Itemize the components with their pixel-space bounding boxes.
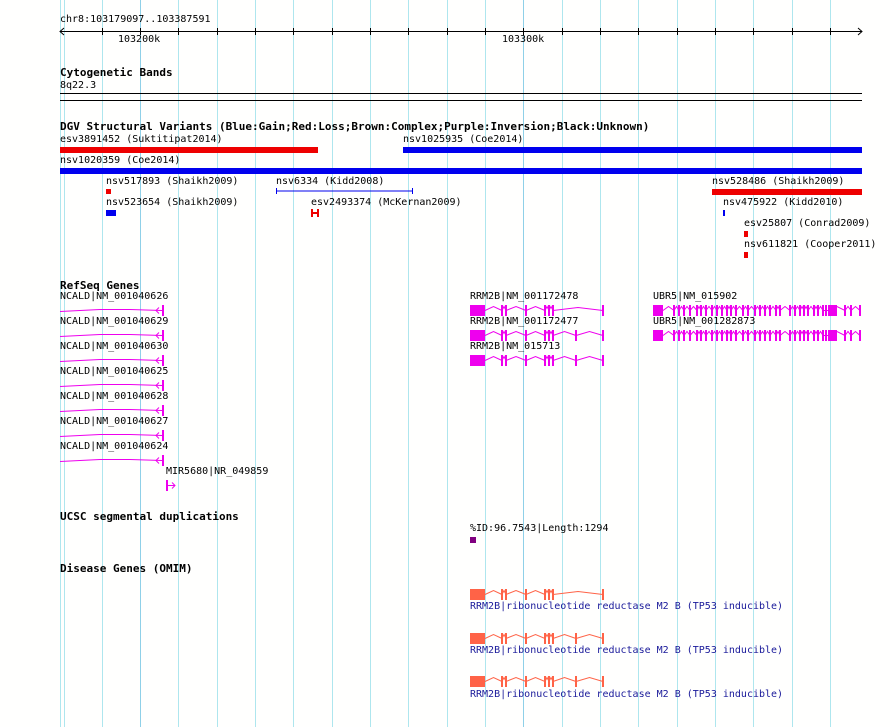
gene-label: NCALD|NM_001040629 xyxy=(60,316,169,327)
gene-model-ncald[interactable] xyxy=(0,430,890,442)
omim-gene-model[interactable] xyxy=(0,633,890,645)
gene-label: MIR5680|NR_049859 xyxy=(166,466,269,477)
gene-label: RRM2B|NM_001172477 xyxy=(470,316,579,327)
cytoband-bar-top xyxy=(60,93,862,94)
variant-gain-bar[interactable] xyxy=(403,147,862,153)
track-title-cytoband: Cytogenetic Bands xyxy=(60,66,173,79)
variant-label: esv25807 (Conrad2009) xyxy=(744,218,871,229)
gene-label: NCALD|NM_001040626 xyxy=(60,291,169,302)
ruler-tick-label: 103200k xyxy=(118,34,161,45)
variant-label: nsv528486 (Shaikh2009) xyxy=(712,176,845,187)
gene-model-ncald[interactable] xyxy=(0,455,890,467)
variant-loss-span[interactable] xyxy=(311,209,320,217)
gene-model-mir5680[interactable] xyxy=(0,480,890,492)
segdup-label: %ID:96.7543|Length:1294 xyxy=(470,523,609,534)
variant-label: esv2493374 (McKernan2009) xyxy=(311,197,462,208)
gene-label: NCALD|NM_001040628 xyxy=(60,391,169,402)
gene-label: RRM2B|NM_015713 xyxy=(470,341,561,352)
variant-label: nsv1025935 (Coe2014) xyxy=(403,134,524,145)
gene-label: NCALD|NM_001040630 xyxy=(60,341,169,352)
variant-label: esv3891452 (Suktitipat2014) xyxy=(60,134,223,145)
track-title-omim: Disease Genes (OMIM) xyxy=(60,562,193,575)
segdup-feature[interactable] xyxy=(470,537,476,543)
genome-browser-view: chr8:103179097..103387591 103200k 103300… xyxy=(0,0,890,727)
cytoband-label[interactable]: 8q22.3 xyxy=(60,80,96,92)
variant-label: nsv517893 (Shaikh2009) xyxy=(106,176,239,187)
variant-gain-bar[interactable] xyxy=(106,210,116,216)
variant-label: nsv523654 (Shaikh2009) xyxy=(106,197,239,208)
omim-gene-label[interactable]: RRM2B|ribonucleotide reductase M2 B (TP5… xyxy=(470,601,783,613)
track-title-dgv: DGV Structural Variants (Blue:Gain;Red:L… xyxy=(60,120,650,133)
gene-label: NCALD|NM_001040627 xyxy=(60,416,169,427)
gene-model-ncald[interactable] xyxy=(0,405,890,417)
omim-gene-model[interactable] xyxy=(0,676,890,688)
omim-gene-model[interactable] xyxy=(0,589,890,601)
variant-gain-span[interactable] xyxy=(276,187,414,195)
variant-loss-bar[interactable] xyxy=(744,231,748,237)
variant-label: nsv475922 (Kidd2010) xyxy=(723,197,844,208)
variant-gain-bar[interactable] xyxy=(60,168,862,174)
gene-label: UBR5|NM_001282873 xyxy=(653,316,756,327)
gene-label: NCALD|NM_001040624 xyxy=(60,441,169,452)
omim-gene-label[interactable]: RRM2B|ribonucleotide reductase M2 B (TP5… xyxy=(470,689,783,701)
omim-gene-label[interactable]: RRM2B|ribonucleotide reductase M2 B (TP5… xyxy=(470,645,783,657)
gene-model-ncald[interactable] xyxy=(0,380,890,392)
gene-model-rrm2b[interactable] xyxy=(0,355,890,367)
variant-label: nsv611821 (Cooper2011) xyxy=(744,239,877,250)
variant-loss-bar[interactable] xyxy=(60,147,318,153)
ruler-tick-label: 103300k xyxy=(502,34,545,45)
variant-loss-bar[interactable] xyxy=(712,189,862,195)
gene-label: RRM2B|NM_001172478 xyxy=(470,291,579,302)
track-title-segdup: UCSC segmental duplications xyxy=(60,510,239,523)
cytoband-bar-bottom xyxy=(60,100,862,101)
gene-label: UBR5|NM_015902 xyxy=(653,291,738,302)
gene-label: NCALD|NM_001040625 xyxy=(60,366,169,377)
variant-gain-bar[interactable] xyxy=(723,210,725,216)
gene-model-ubr5[interactable] xyxy=(0,305,890,317)
variant-loss-bar[interactable] xyxy=(106,189,111,194)
variant-loss-bar[interactable] xyxy=(744,252,748,258)
variant-label: nsv1020359 (Coe2014) xyxy=(60,155,181,166)
gene-model-ubr5[interactable] xyxy=(0,330,890,342)
